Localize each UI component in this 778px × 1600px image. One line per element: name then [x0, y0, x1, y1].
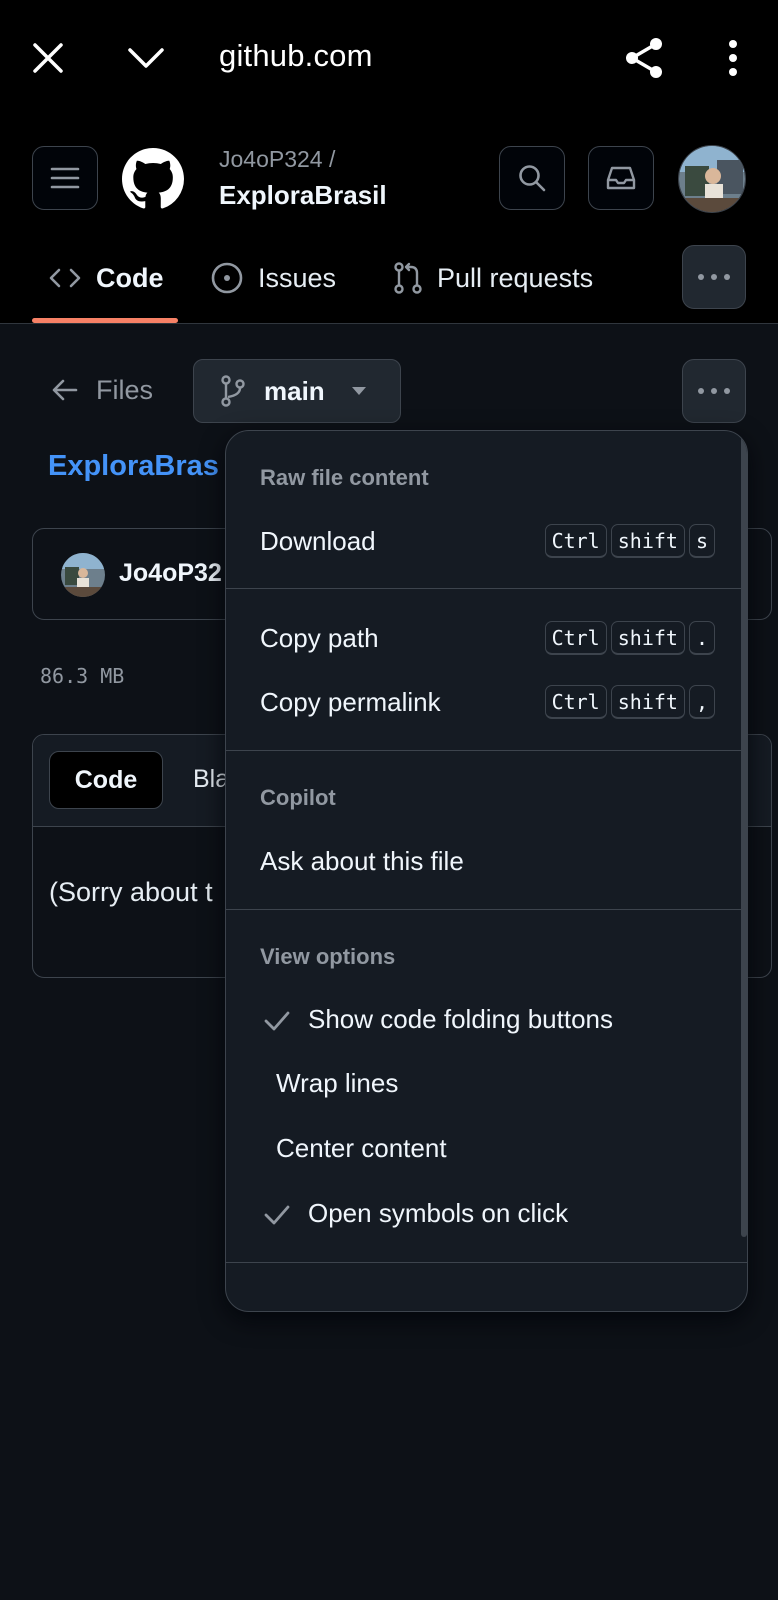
blame-view-button[interactable]: Bla [193, 765, 229, 794]
browser-menu-icon[interactable] [718, 38, 748, 78]
divider [226, 1262, 747, 1263]
key: shift [610, 685, 685, 719]
repo-owner[interactable]: Jo4oP324 / [219, 146, 335, 173]
keyboard-shortcut: Ctrl shift s [544, 524, 715, 558]
git-branch-icon [220, 375, 246, 407]
key: shift [610, 621, 685, 655]
avatar[interactable] [61, 553, 105, 597]
file-actions-menu: Raw file content Download Ctrl shift s C… [225, 430, 748, 1312]
file-content-text: (Sorry about t [49, 877, 213, 907]
menu-group-copilot: Copilot [260, 785, 336, 810]
menu-group-view-options: View options [260, 944, 396, 969]
center-content-option[interactable]: Center content [226, 1118, 747, 1178]
divider [226, 750, 747, 751]
github-header: Jo4oP324 / ExploraBrasil Code Issues Pul… [0, 118, 778, 324]
more-tabs-button[interactable] [682, 245, 746, 309]
browser-url[interactable]: github.com [219, 38, 373, 74]
key: Ctrl [544, 621, 607, 655]
browser-toolbar: github.com [0, 0, 778, 118]
tab-label: Code [96, 262, 164, 293]
menu-item-label: Copy permalink [260, 686, 441, 717]
copy-path-menu-item[interactable]: Copy path Ctrl shift . [226, 608, 747, 668]
menu-item-label: Wrap lines [276, 1067, 399, 1098]
keyboard-shortcut: Ctrl shift , [544, 685, 715, 719]
divider [226, 588, 747, 589]
tab-issues[interactable]: Issues [210, 256, 336, 300]
wrap-lines-option[interactable]: Wrap lines [226, 1053, 747, 1113]
menu-button[interactable] [32, 146, 98, 210]
menu-item-label: Ask about this file [260, 845, 464, 876]
menu-item-label: Open symbols on click [308, 1197, 569, 1228]
user-avatar[interactable] [678, 145, 746, 213]
key: . [688, 621, 715, 655]
tab-label: Pull requests [437, 262, 594, 293]
kebab-horizontal-icon [698, 274, 730, 280]
menu-item-label: Download [260, 525, 376, 556]
key: Ctrl [544, 685, 607, 719]
check-icon [264, 1011, 290, 1031]
arrow-left-icon [52, 378, 78, 402]
close-icon[interactable] [30, 40, 66, 76]
key: Ctrl [544, 524, 607, 558]
search-button[interactable] [499, 146, 565, 210]
key: shift [610, 524, 685, 558]
keyboard-shortcut: Ctrl shift . [544, 621, 715, 655]
triangle-down-icon [351, 386, 367, 396]
branch-name: main [264, 375, 325, 406]
code-icon [48, 266, 82, 290]
files-back-button[interactable]: Files [52, 370, 153, 410]
breadcrumb[interactable]: ExploraBras [48, 450, 228, 483]
chevron-down-icon[interactable] [126, 42, 166, 74]
issue-opened-icon [210, 261, 244, 295]
tab-code[interactable]: Code [48, 256, 164, 300]
files-label: Files [96, 374, 154, 405]
github-logo-icon[interactable] [122, 148, 184, 210]
key: s [688, 524, 715, 558]
ask-about-file-menu-item[interactable]: Ask about this file [226, 831, 747, 891]
file-actions-button[interactable] [682, 359, 746, 423]
tab-pull-requests[interactable]: Pull requests [393, 256, 593, 300]
menu-item-label: Show code folding buttons [308, 1003, 613, 1034]
git-pull-request-icon [393, 261, 423, 295]
share-icon[interactable] [622, 36, 666, 80]
show-code-folding-option[interactable]: Show code folding buttons [226, 989, 747, 1049]
branch-selector[interactable]: main [193, 359, 401, 423]
inbox-button[interactable] [588, 146, 654, 210]
download-menu-item[interactable]: Download Ctrl shift s [226, 511, 747, 571]
hamburger-icon [50, 167, 80, 189]
check-icon [264, 1205, 290, 1225]
copy-permalink-menu-item[interactable]: Copy permalink Ctrl shift , [226, 672, 747, 732]
file-size: 86.3 MB [40, 664, 125, 688]
tab-label: Issues [258, 262, 337, 293]
key: , [688, 685, 715, 719]
menu-group-raw: Raw file content [260, 465, 429, 490]
inbox-icon [606, 166, 636, 190]
selected-tab-indicator [32, 318, 178, 323]
code-view-button[interactable]: Code [49, 751, 163, 809]
menu-item-label: Copy path [260, 622, 379, 653]
menu-item-label: Center content [276, 1132, 447, 1163]
divider [226, 909, 747, 910]
repo-name[interactable]: ExploraBrasil [219, 180, 387, 211]
kebab-horizontal-icon [698, 388, 730, 394]
search-icon [519, 165, 546, 192]
open-symbols-option[interactable]: Open symbols on click [226, 1183, 747, 1243]
